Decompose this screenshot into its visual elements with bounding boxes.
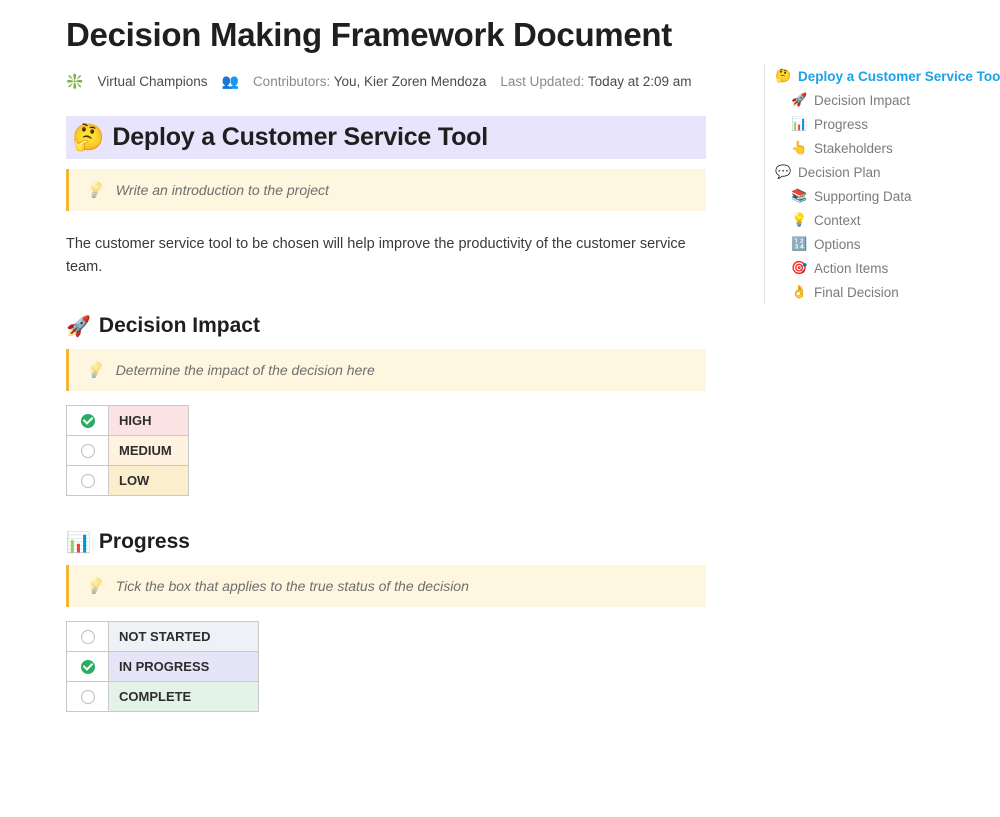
section-heading-progress-title: Progress bbox=[99, 530, 190, 554]
bulb-icon: 💡 bbox=[85, 361, 104, 379]
radio-unchecked-icon[interactable] bbox=[81, 444, 95, 458]
section-heading-progress[interactable]: 📊 Progress bbox=[66, 530, 706, 555]
impact-option-label[interactable]: HIGH bbox=[109, 405, 189, 435]
intro-body[interactable]: The customer service tool to be chosen w… bbox=[66, 233, 686, 279]
bulb-icon: 💡 bbox=[85, 181, 104, 199]
progress-option-label[interactable]: COMPLETE bbox=[109, 681, 259, 711]
section-heading-impact[interactable]: 🚀 Decision Impact bbox=[66, 314, 706, 339]
contributors-label: Contributors: bbox=[253, 74, 330, 89]
outline-item[interactable]: 🔢 Options bbox=[769, 232, 982, 256]
outline-item[interactable]: 💡 Context bbox=[769, 208, 982, 232]
bulb-icon: 💡 bbox=[85, 577, 104, 595]
callout-intro[interactable]: 💡 Write an introduction to the project bbox=[66, 169, 706, 211]
outline-item-icon: 🚀 bbox=[791, 92, 807, 108]
outline-item-label: Final Decision bbox=[814, 285, 899, 300]
table-row: IN PROGRESS bbox=[67, 651, 259, 681]
outline-item[interactable]: 📚 Supporting Data bbox=[769, 184, 982, 208]
page-title: Decision Making Framework Document bbox=[66, 14, 706, 55]
impact-radio-cell[interactable] bbox=[67, 405, 109, 435]
radio-unchecked-icon[interactable] bbox=[81, 474, 95, 488]
progress-option-label[interactable]: NOT STARTED bbox=[109, 621, 259, 651]
section-heading-deploy-title: Deploy a Customer Service Tool bbox=[112, 123, 488, 152]
progress-radio-cell[interactable] bbox=[67, 681, 109, 711]
outline-item-label: Progress bbox=[814, 117, 868, 132]
callout-impact-text: Determine the impact of the decision her… bbox=[116, 362, 375, 378]
callout-progress-text: Tick the box that applies to the true st… bbox=[116, 578, 469, 594]
outline-item-label: Decision Impact bbox=[814, 93, 910, 108]
callout-progress[interactable]: 💡 Tick the box that applies to the true … bbox=[66, 565, 706, 607]
radio-unchecked-icon[interactable] bbox=[81, 690, 95, 704]
outline-item[interactable]: 🚀 Decision Impact bbox=[769, 88, 982, 112]
progress-table: NOT STARTEDIN PROGRESSCOMPLETE bbox=[66, 621, 259, 712]
updated-label: Last Updated: bbox=[500, 74, 584, 89]
outline-item-label: Supporting Data bbox=[814, 189, 912, 204]
outline-list: 🤔Deploy a Customer Service Tool 🚀 Decision… bbox=[769, 64, 982, 304]
workspace-icon: ❇️ bbox=[66, 73, 83, 90]
progress-radio-cell[interactable] bbox=[67, 651, 109, 681]
radio-checked-icon[interactable] bbox=[81, 414, 95, 428]
table-row: COMPLETE bbox=[67, 681, 259, 711]
progress-radio-cell[interactable] bbox=[67, 621, 109, 651]
thinking-icon: 🤔 bbox=[72, 122, 104, 153]
radio-unchecked-icon[interactable] bbox=[81, 630, 95, 644]
outline-item-label: Stakeholders bbox=[814, 141, 893, 156]
table-row: NOT STARTED bbox=[67, 621, 259, 651]
workspace-name: Virtual Champions bbox=[97, 74, 207, 89]
outline-item[interactable]: 📊 Progress bbox=[769, 112, 982, 136]
chat-icon: 💬 bbox=[775, 164, 791, 180]
outline-panel: 🤔Deploy a Customer Service Tool 🚀 Decision… bbox=[764, 64, 982, 304]
outline-item-icon: 📊 bbox=[791, 116, 807, 132]
callout-intro-text: Write an introduction to the project bbox=[116, 182, 329, 198]
contributors-icon: 👥 bbox=[222, 73, 239, 90]
outline-item[interactable]: 🤔Deploy a Customer Service Tool bbox=[769, 64, 982, 88]
impact-radio-cell[interactable] bbox=[67, 465, 109, 495]
meta-row: ❇️ Virtual Champions 👥 Contributors: You… bbox=[66, 73, 706, 90]
progress-option-label[interactable]: IN PROGRESS bbox=[109, 651, 259, 681]
outline-item-icon: 🎯 bbox=[791, 260, 807, 276]
outline-item-label: Decision Plan bbox=[798, 165, 881, 180]
outline-item-icon: 🔢 bbox=[791, 236, 807, 252]
impact-option-label[interactable]: MEDIUM bbox=[109, 435, 189, 465]
barchart-icon: 📊 bbox=[66, 530, 91, 555]
outline-item-label: Options bbox=[814, 237, 861, 252]
table-row: HIGH bbox=[67, 405, 189, 435]
outline-item[interactable]: 🎯 Action Items bbox=[769, 256, 982, 280]
outline-item-icon: 📚 bbox=[791, 188, 807, 204]
outline-item-icon: 🤔 bbox=[775, 68, 791, 84]
table-row: MEDIUM bbox=[67, 435, 189, 465]
outline-item[interactable]: 💬 Decision Plan bbox=[769, 160, 982, 184]
contributors-value: You, Kier Zoren Mendoza bbox=[334, 74, 487, 89]
outline-item-icon: 💡 bbox=[791, 212, 807, 228]
document-main: Decision Making Framework Document ❇️ Vi… bbox=[66, 14, 706, 712]
table-row: LOW bbox=[67, 465, 189, 495]
outline-item-label: Action Items bbox=[814, 261, 888, 276]
updated-value: Today at 2:09 am bbox=[588, 74, 692, 89]
impact-option-label[interactable]: LOW bbox=[109, 465, 189, 495]
outline-item-icon: 👆 bbox=[791, 140, 807, 156]
section-heading-impact-title: Decision Impact bbox=[99, 314, 260, 338]
radio-checked-icon[interactable] bbox=[81, 660, 95, 674]
rocket-icon: 🚀 bbox=[66, 314, 91, 339]
outline-item-icon: 👌 bbox=[791, 284, 807, 300]
impact-table: HIGHMEDIUMLOW bbox=[66, 405, 189, 496]
impact-radio-cell[interactable] bbox=[67, 435, 109, 465]
outline-item-label: Context bbox=[814, 213, 861, 228]
callout-impact[interactable]: 💡 Determine the impact of the decision h… bbox=[66, 349, 706, 391]
outline-item-label: Deploy a Customer Service Tool bbox=[798, 69, 1000, 84]
outline-item[interactable]: 👌 Final Decision bbox=[769, 280, 982, 304]
section-heading-deploy[interactable]: 🤔 Deploy a Customer Service Tool bbox=[66, 116, 706, 159]
outline-item[interactable]: 👆 Stakeholders bbox=[769, 136, 982, 160]
